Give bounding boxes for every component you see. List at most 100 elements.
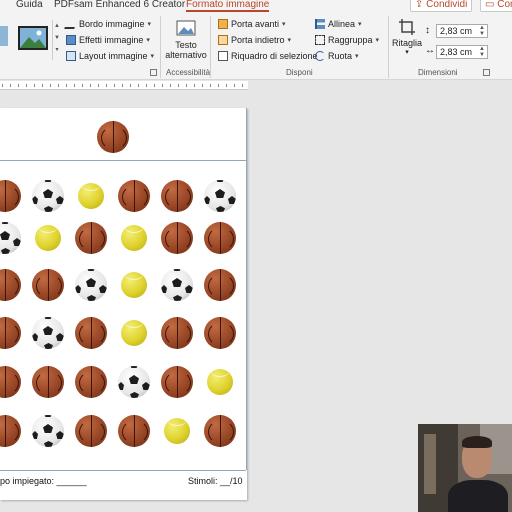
chevron-down-icon: ▾ [147, 21, 152, 28]
testo-alternativo-button[interactable]: Testo alternativo [164, 20, 208, 60]
person-body [448, 480, 508, 512]
basketball-ball[interactable] [204, 317, 236, 349]
chevron-down-icon: ▾ [146, 37, 150, 44]
spinner-arrows-icon[interactable]: ▲ ▼ [479, 46, 485, 58]
tennis-seam [167, 412, 187, 426]
soccer-patch [13, 238, 21, 246]
soccer-ball[interactable] [32, 317, 64, 349]
tennis-ball[interactable] [121, 272, 147, 298]
tennis-seam [38, 219, 58, 233]
ribbon-tab-bar: Guida PDFsam Enhanced 6 Creator Formato … [0, 0, 512, 12]
layout-immagine-button[interactable]: Layout immagine ▾ [66, 49, 154, 63]
ruler-tick [122, 84, 123, 87]
basketball-ball[interactable] [118, 180, 150, 212]
tennis-ball[interactable] [35, 225, 61, 251]
basketball-ball[interactable] [204, 415, 236, 447]
soccer-patch [215, 189, 225, 198]
soccer-ball[interactable] [32, 180, 64, 212]
tennis-seam [124, 266, 144, 280]
soccer-ball[interactable] [204, 180, 236, 212]
soccer-patch [172, 278, 182, 287]
soccer-ball[interactable] [75, 269, 107, 301]
basketball-ball[interactable] [0, 415, 21, 447]
tennis-ball[interactable] [164, 418, 190, 444]
picture-icon [20, 28, 46, 48]
tennis-ball[interactable] [121, 225, 147, 251]
basketball-ball[interactable] [75, 366, 107, 398]
basketball-ball[interactable] [0, 366, 21, 398]
tennis-ball[interactable] [121, 320, 147, 346]
gallery-scroll[interactable]: ▲ ▼ ▾ [52, 20, 61, 60]
soccer-ball[interactable] [161, 269, 193, 301]
basketball-ball[interactable] [75, 317, 107, 349]
tab-formato-immagine[interactable]: Formato immagine [186, 0, 270, 12]
chevron-down-icon: ▾ [358, 21, 362, 28]
slide-canvas[interactable]: po impiegato: ______ Stimoli: __/10 [0, 108, 247, 500]
basketball-ball[interactable] [204, 222, 236, 254]
ruler-tick [58, 84, 59, 87]
basketball-ball[interactable] [161, 366, 193, 398]
tab-pdfsam[interactable]: PDFsam Enhanced 6 Creator [54, 0, 185, 10]
porta-indietro-button[interactable]: Porta indietro ▾ [218, 33, 291, 47]
soccer-patch [43, 189, 53, 198]
soccer-patch [44, 441, 53, 447]
dialog-launcher-icon[interactable] [150, 69, 157, 76]
soccer-patch [129, 375, 139, 384]
ruler-tick [98, 84, 99, 87]
chevron-down-icon: ▾ [282, 21, 286, 28]
ruler-tick [194, 84, 195, 87]
ruler-tick [186, 84, 187, 87]
horizontal-ruler [0, 81, 248, 90]
basketball-ball[interactable] [0, 317, 21, 349]
tennis-ball[interactable] [207, 369, 233, 395]
ruler-tick [146, 84, 147, 87]
porta-avanti-button[interactable]: Porta avanti ▾ [218, 17, 286, 31]
basketball-ball[interactable] [161, 180, 193, 212]
soccer-ball[interactable] [0, 222, 21, 254]
basketball-ball[interactable] [75, 415, 107, 447]
basketball-ball[interactable] [32, 269, 64, 301]
effetti-immagine-button[interactable]: Effetti immagine ▾ [66, 33, 150, 47]
ruler-tick [234, 84, 235, 87]
ruler-tick [10, 84, 11, 87]
basketball-ball[interactable] [75, 222, 107, 254]
height-input[interactable]: 2,83 cm ▲ ▼ [436, 24, 488, 38]
picture-style-thumb-1[interactable] [0, 26, 8, 46]
soccer-ball[interactable] [32, 415, 64, 447]
basketball-ball[interactable] [118, 415, 150, 447]
spinner-arrows-icon[interactable]: ▲ ▼ [479, 25, 485, 37]
width-input[interactable]: 2,83 cm ▲ ▼ [436, 45, 488, 59]
target-ball[interactable] [97, 121, 129, 153]
basketball-ball[interactable] [32, 366, 64, 398]
basketball-ball[interactable] [0, 180, 21, 212]
riquadro-selezione-button[interactable]: Riquadro di selezione [218, 49, 318, 63]
ruler-tick [130, 84, 131, 87]
tennis-ball[interactable] [78, 183, 104, 209]
tab-guida[interactable]: Guida [16, 0, 43, 10]
width-icon: ↔ [425, 45, 435, 56]
person-hair [462, 436, 492, 448]
ruota-button[interactable]: Ruota ▾ [315, 49, 359, 63]
soccer-patch [56, 431, 64, 439]
comments-button[interactable]: ▭ Com [480, 0, 512, 12]
tennis-seam [210, 363, 230, 377]
ruler-tick [66, 84, 67, 87]
chevron-down-icon: ▾ [150, 53, 155, 60]
basketball-ball[interactable] [161, 222, 193, 254]
soccer-patch [161, 285, 167, 293]
tennis-seam [81, 177, 101, 191]
ruler-tick [18, 84, 19, 87]
basketball-ball[interactable] [204, 269, 236, 301]
share-button[interactable]: ⇪ Condividi [410, 0, 473, 12]
ruler-tick [114, 84, 115, 87]
bordo-immagine-button[interactable]: Bordo immagine ▾ [64, 17, 152, 31]
raggruppa-button[interactable]: Raggruppa ▾ [315, 33, 379, 47]
soccer-ball[interactable] [118, 366, 150, 398]
dialog-launcher-icon[interactable] [483, 69, 490, 76]
allinea-button[interactable]: Allinea ▾ [315, 17, 362, 31]
picture-style-thumb-2[interactable] [18, 26, 48, 50]
basketball-ball[interactable] [161, 317, 193, 349]
footer-stimoli: Stimoli: __/10 [188, 476, 243, 486]
basketball-ball[interactable] [0, 269, 21, 301]
ritaglia-button[interactable]: Ritaglia ▾ [392, 18, 422, 56]
